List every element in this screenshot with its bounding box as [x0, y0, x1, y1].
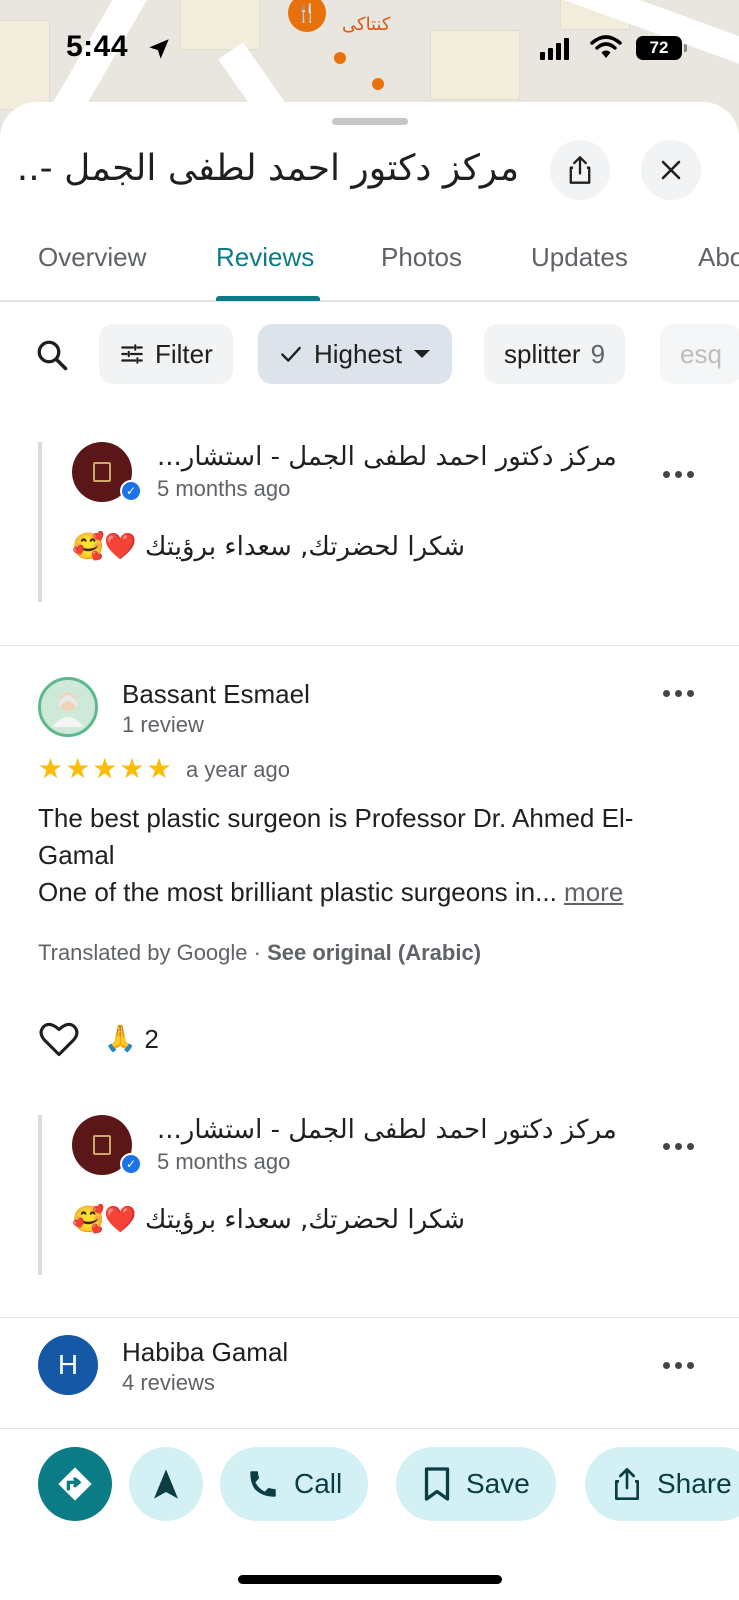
share-label: Share — [657, 1468, 732, 1499]
navigation-arrow-icon — [154, 1469, 178, 1499]
owner-reply: ✓ مركز دكتور احمد لطفى الجمل - استشار...… — [38, 1115, 728, 1275]
cellular-signal-icon — [540, 38, 569, 60]
reviewer-name[interactable]: Bassant Esmael — [122, 679, 310, 710]
topic-chip-label: splitter — [504, 338, 581, 369]
review-text-line: One of the most brilliant plastic surgeo… — [38, 877, 557, 907]
status-time: 5:44 — [66, 30, 129, 63]
topic-chip-count: 9 — [590, 338, 606, 369]
save-label: Save — [466, 1468, 530, 1499]
start-navigation-button[interactable] — [129, 1447, 203, 1521]
reply-text: شكرا لحضرتك, سعداء برؤيتك ❤️🥰 — [72, 1205, 466, 1235]
star-icon: ★ — [146, 753, 172, 784]
dropdown-arrow-icon — [414, 350, 431, 358]
check-icon — [281, 346, 301, 362]
more-link[interactable]: more — [564, 877, 623, 907]
tab-updates[interactable]: Updates — [531, 242, 628, 273]
star-icon: ★ — [65, 753, 91, 784]
reviewer-name[interactable]: Habiba Gamal — [122, 1337, 288, 1368]
reply-text: شكرا لحضرتك, سعداء برؤيتك ❤️🥰 — [72, 532, 466, 562]
share-button[interactable]: Share — [585, 1447, 739, 1521]
translation-note: Translated by Google · See original (Ara… — [38, 940, 481, 966]
verified-badge-icon: ✓ — [120, 1153, 142, 1175]
heart-outline-icon[interactable] — [38, 1020, 80, 1058]
directions-icon — [58, 1467, 92, 1501]
reviewer-avatar[interactable]: H — [38, 1335, 98, 1395]
place-title: مركز دكتور احمد لطفى الجمل -... — [19, 148, 519, 189]
topic-chip[interactable]: esq — [660, 324, 739, 384]
topic-chip[interactable]: splitter 9 — [484, 324, 626, 384]
owner-name: مركز دكتور احمد لطفى الجمل - استشار... — [157, 1115, 617, 1145]
more-options-icon[interactable] — [663, 1362, 694, 1369]
sort-chip[interactable]: Highest — [258, 324, 453, 384]
place-sheet: مركز دكتور احمد لطفى الجمل -... Overview… — [0, 102, 739, 1600]
active-tab-indicator — [216, 296, 320, 301]
save-button[interactable]: Save — [396, 1447, 556, 1521]
sheet-drag-handle[interactable] — [332, 118, 408, 125]
close-button[interactable] — [641, 140, 701, 200]
divider — [0, 645, 739, 646]
praying-hands-icon: 🙏 — [104, 1024, 137, 1054]
star-rating: ★ ★ ★ ★ ★ — [38, 755, 172, 783]
translated-label: Translated by Google · — [38, 940, 268, 965]
more-options-icon[interactable] — [663, 1143, 694, 1150]
reply-time: 5 months ago — [157, 1149, 291, 1174]
topic-chip-label: esq — [680, 338, 722, 369]
reply-time: 5 months ago — [157, 476, 291, 501]
reaction-row: 🙏 2 — [38, 1020, 159, 1058]
divider — [0, 1317, 739, 1318]
bookmark-icon — [424, 1467, 450, 1501]
review-filter-bar: Filter Highest splitter 9 esq — [0, 324, 739, 386]
directions-button[interactable] — [38, 1447, 112, 1521]
wifi-icon — [590, 35, 622, 58]
share-icon — [569, 156, 591, 184]
more-options-icon[interactable] — [663, 471, 694, 478]
more-options-icon[interactable] — [663, 690, 694, 697]
owner-name: مركز دكتور احمد لطفى الجمل - استشار... — [157, 442, 617, 472]
reaction-pill[interactable]: 🙏 2 — [104, 1024, 159, 1055]
tab-reviews[interactable]: Reviews — [216, 242, 314, 273]
call-label: Call — [294, 1468, 343, 1499]
review-time: a year ago — [186, 757, 290, 782]
review-text-line: The best plastic surgeon is Professor Dr… — [38, 803, 634, 870]
filter-chip-label: Filter — [155, 338, 213, 369]
sort-chip-label: Highest — [314, 338, 403, 369]
tab-bar: Overview Reviews Photos Updates Abo — [0, 232, 739, 302]
reaction-count: 2 — [144, 1023, 159, 1054]
tab-about[interactable]: Abo — [698, 242, 739, 273]
tab-photos[interactable]: Photos — [381, 242, 462, 273]
home-indicator[interactable] — [238, 1575, 502, 1584]
tab-overview[interactable]: Overview — [38, 242, 146, 273]
owner-reply: ✓ مركز دكتور احمد لطفى الجمل - استشار...… — [38, 442, 728, 602]
reviewer-review-count: 4 reviews — [122, 1370, 215, 1395]
person-photo-icon — [52, 693, 84, 727]
search-icon[interactable] — [34, 337, 70, 373]
star-icon: ★ — [38, 753, 64, 784]
status-bar: 5:44 72 — [0, 0, 739, 100]
close-icon — [661, 160, 681, 180]
battery-indicator: 72 — [636, 36, 687, 60]
reviewer-avatar[interactable] — [38, 677, 98, 737]
see-original-link[interactable]: See original (Arabic) — [267, 940, 481, 965]
reviewer-review-count: 1 review — [122, 712, 204, 737]
phone-icon — [250, 1471, 276, 1497]
share-place-button[interactable] — [550, 140, 610, 200]
location-arrow-icon — [149, 39, 169, 59]
star-icon: ★ — [119, 753, 145, 784]
action-bar: Call Save Share — [0, 1428, 739, 1538]
tune-icon — [121, 344, 143, 364]
review-text: The best plastic surgeon is Professor Dr… — [38, 800, 698, 911]
star-icon: ★ — [92, 753, 118, 784]
share-icon — [615, 1468, 639, 1500]
call-button[interactable]: Call — [220, 1447, 369, 1521]
filter-chip[interactable]: Filter — [99, 324, 233, 384]
verified-badge-icon: ✓ — [120, 480, 142, 502]
